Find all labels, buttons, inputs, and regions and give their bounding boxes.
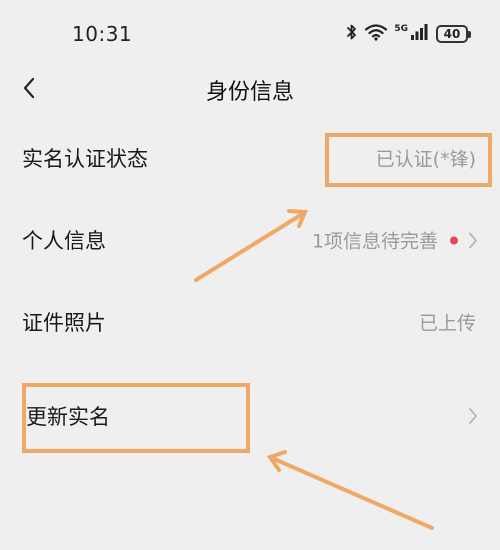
row-label: 更新实名: [26, 405, 110, 429]
status-time: 10:31: [72, 22, 133, 46]
row-personal-info[interactable]: 个人信息 1项信息待完善: [0, 200, 500, 280]
row-value: 已上传: [419, 309, 476, 336]
chevron-left-icon: [22, 77, 36, 103]
back-button[interactable]: [14, 72, 44, 108]
row-update-real-name[interactable]: 更新实名: [0, 376, 500, 456]
chevron-right-icon: [468, 231, 478, 249]
status-bar: 10:31 5G 40: [0, 0, 500, 68]
signal-icon: [410, 23, 428, 45]
personal-info-value: 1项信息待完善: [311, 230, 438, 253]
row-value: 1项信息待完善: [312, 227, 478, 254]
battery-icon: 40: [436, 25, 471, 43]
chevron-right-icon: [468, 407, 478, 425]
row-label: 实名认证状态: [22, 147, 148, 171]
bluetooth-icon: [346, 23, 358, 45]
row-label: 个人信息: [22, 229, 106, 253]
id-photo-value: 已上传: [418, 312, 476, 335]
row-id-photo: 证件照片 已上传: [0, 282, 500, 362]
arrow-icon: [266, 450, 434, 530]
row-value: [468, 407, 478, 425]
row-label: 证件照片: [22, 311, 106, 335]
notification-dot: [450, 236, 458, 244]
status-icons: 5G 40: [346, 20, 471, 48]
verification-status-value: 已认证(*锋): [375, 148, 476, 171]
nav-bar: 身份信息: [0, 68, 500, 112]
row-value: 已认证(*锋): [376, 145, 476, 172]
wifi-icon: [364, 23, 388, 45]
page-title: 身份信息: [205, 80, 294, 105]
network-type-label: 5G: [394, 23, 408, 34]
row-verification-status: 实名认证状态 已认证(*锋): [0, 118, 500, 198]
